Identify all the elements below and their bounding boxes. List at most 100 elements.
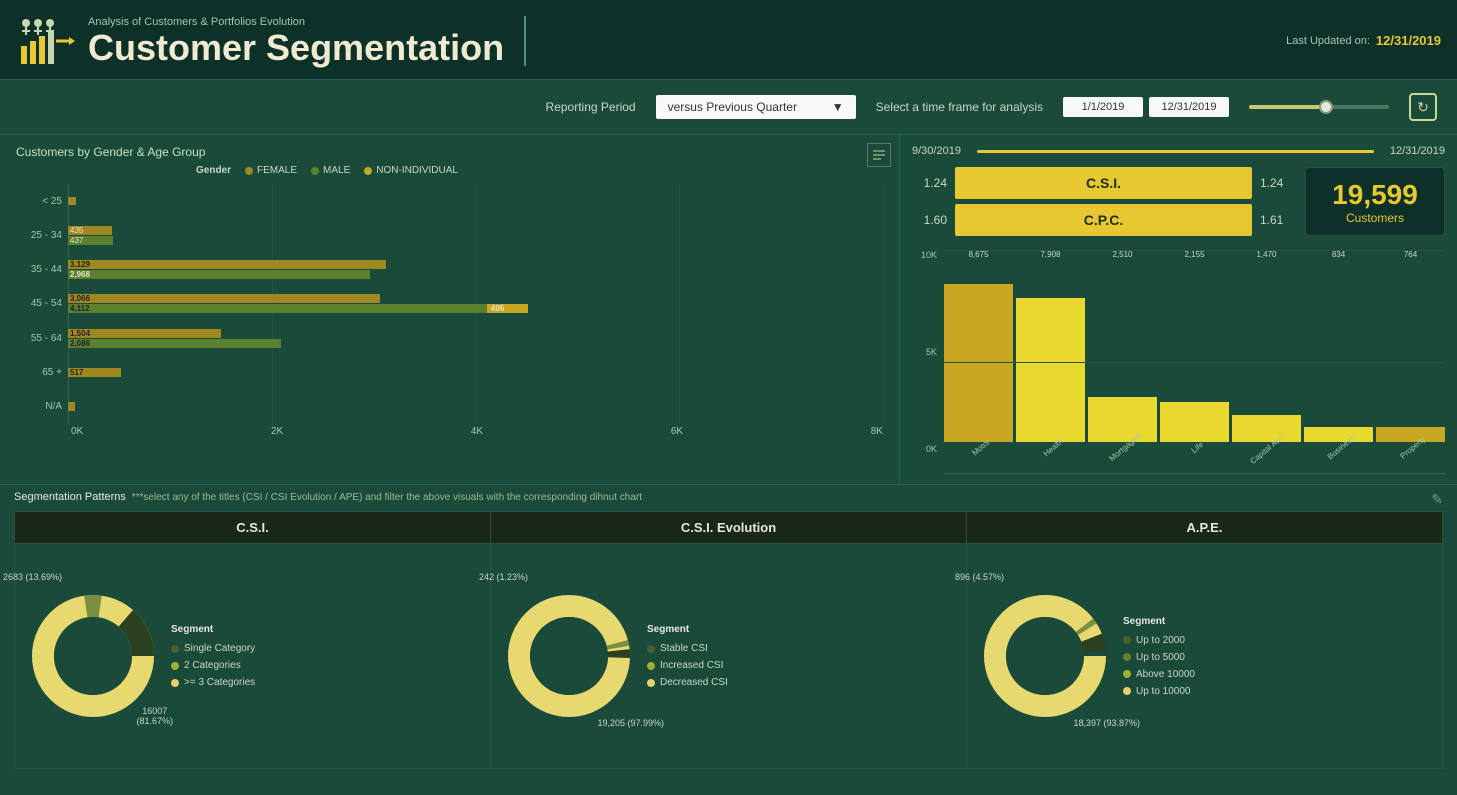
- start-date-label: 9/30/2019: [912, 145, 961, 157]
- ape-inner-label: 18,397 (93.87%): [1073, 718, 1140, 728]
- ape-panel-header[interactable]: A.P.E.: [967, 512, 1442, 544]
- 2-categories-dot: [171, 662, 179, 670]
- csi-legend: Segment Single Category 2 Categories >= …: [171, 624, 255, 688]
- gender-age-chart-area: Customers by Gender & Age Group Gender F…: [0, 135, 900, 484]
- slider-track: [1249, 105, 1389, 109]
- header-text: Analysis of Customers & Portfolios Evolu…: [88, 16, 504, 66]
- portfolio-health-value: 7,908: [1040, 250, 1060, 259]
- ape-panel: A.P.E. 896 (4.57%) 18,397 (93.87%): [966, 511, 1443, 769]
- csi-evo-inner-label: 19,205 (97.99%): [597, 718, 664, 728]
- cpc-box[interactable]: C.P.C.: [955, 204, 1252, 236]
- app-logo-icon: [16, 11, 76, 71]
- increased-csi-dot: [647, 662, 655, 670]
- top-section: Customers by Gender & Age Group Gender F…: [0, 135, 1457, 485]
- csi-box[interactable]: C.S.I.: [955, 167, 1252, 199]
- end-date-input[interactable]: 12/31/2019: [1149, 97, 1229, 117]
- csi-panel: C.S.I. 2683 (13.69%): [14, 511, 490, 769]
- y-label-25-34: 25 - 34: [31, 230, 62, 241]
- app-title: Customer Segmentation: [88, 30, 504, 66]
- chart-edit-icon[interactable]: [867, 143, 891, 167]
- cpc-prev-value: 1.60: [912, 213, 947, 227]
- time-slider[interactable]: [1249, 105, 1389, 109]
- upto2000-label: Up to 2000: [1136, 635, 1185, 646]
- ape-panel-body: 896 (4.57%) 18,397 (93.87%) Segment Up t…: [967, 544, 1442, 768]
- slider-thumb[interactable]: [1319, 100, 1333, 114]
- female-label: FEMALE: [257, 165, 297, 176]
- bottom-section: Segmentation Patterns ***select any of t…: [0, 485, 1457, 795]
- app-subtitle: Analysis of Customers & Portfolios Evolu…: [88, 16, 504, 28]
- csi-legend-title: Segment: [171, 624, 255, 635]
- y-label-65plus: 65 +: [42, 367, 62, 378]
- csi-evolution-legend: Segment Stable CSI Increased CSI Decreas…: [647, 624, 728, 688]
- header: Analysis of Customers & Portfolios Evolu…: [0, 0, 1457, 80]
- legend-female: FEMALE: [245, 165, 297, 176]
- upto5000-dot: [1123, 653, 1131, 661]
- female-legend-dot: [245, 167, 253, 175]
- refresh-icon[interactable]: ↻: [1409, 93, 1437, 121]
- toolbar: Reporting Period versus Previous Quarter…: [0, 80, 1457, 135]
- dates-row: 9/30/2019 12/31/2019: [912, 145, 1445, 157]
- customer-count-label: Customers: [1314, 211, 1436, 225]
- upto5000-item: Up to 5000: [1123, 652, 1195, 663]
- legend-label: Gender: [196, 165, 231, 176]
- portfolio-life-label: Life: [1190, 440, 1206, 455]
- dropdown-chevron-icon: ▼: [832, 100, 844, 114]
- header-divider: [524, 16, 526, 66]
- portfolio-y-0k: 0K: [926, 444, 937, 454]
- upto10000-dot: [1123, 687, 1131, 695]
- y-label-35-44: 35 - 44: [31, 264, 62, 275]
- csi-legend-2cat: 2 Categories: [171, 660, 255, 671]
- csi-panel-header[interactable]: C.S.I.: [15, 512, 490, 544]
- segmentation-edit-icon[interactable]: ✎: [1431, 491, 1443, 508]
- portfolio-business-value: 834: [1332, 250, 1345, 259]
- csi-evolution-panel-header[interactable]: C.S.I. Evolution: [491, 512, 966, 544]
- ape-legend: Segment Up to 2000 Up to 5000 Above 1000…: [1123, 616, 1195, 697]
- x-axis: 0K 2K 4K 6K 8K: [16, 426, 883, 437]
- portfolio-mortgaged-value: 2,510: [1112, 250, 1132, 259]
- reporting-period-label: Reporting Period: [546, 100, 636, 114]
- customer-count-box: 19,599 Customers: [1305, 167, 1445, 236]
- upto2000-item: Up to 2000: [1123, 635, 1195, 646]
- 3plus-categories-label: >= 3 Categories: [184, 677, 255, 688]
- y-label-45-54: 45 - 54: [31, 298, 62, 309]
- upto10000-item: Up to 10000: [1123, 686, 1195, 697]
- upto10000-label: Up to 10000: [1136, 686, 1191, 697]
- customer-count-number: 19,599: [1314, 179, 1436, 211]
- decreased-csi-item: Decreased CSI: [647, 677, 728, 688]
- x-label-8k: 8K: [871, 426, 883, 437]
- reporting-period-dropdown[interactable]: versus Previous Quarter ▼: [656, 95, 856, 119]
- x-label-4k: 4K: [471, 426, 483, 437]
- cpc-curr-value: 1.61: [1260, 213, 1295, 227]
- date-timeline: [977, 150, 1374, 153]
- non-individual-label: NON-INDIVIDUAL: [376, 165, 458, 176]
- start-date-input[interactable]: 1/1/2019: [1063, 97, 1143, 117]
- y-label-55-64: 55 - 64: [31, 333, 62, 344]
- portfolio-capital-value: 1,470: [1256, 250, 1276, 259]
- right-panel: 9/30/2019 12/31/2019 1.24 C.S.I. 1.24 1.…: [900, 135, 1457, 484]
- segmentation-title: Segmentation Patterns: [14, 491, 126, 503]
- legend-male: MALE: [311, 165, 350, 176]
- increased-csi-item: Increased CSI: [647, 660, 728, 671]
- chart-title: Customers by Gender & Age Group: [16, 145, 883, 159]
- male-label: MALE: [323, 165, 350, 176]
- 3plus-categories-dot: [171, 679, 179, 687]
- header-left: Analysis of Customers & Portfolios Evolu…: [16, 11, 526, 71]
- legend-non-individual: NON-INDIVIDUAL: [364, 165, 458, 176]
- above10000-dot: [1123, 670, 1131, 678]
- stable-csi-dot: [647, 645, 655, 653]
- reporting-period-value: versus Previous Quarter: [668, 100, 797, 114]
- portfolio-life-value: 2,155: [1184, 250, 1204, 259]
- csi-evo-outer-label: 242 (1.23%): [479, 572, 528, 582]
- end-date-label: 12/31/2019: [1390, 145, 1445, 157]
- portfolio-chart: 10K 5K 0K 8,675: [912, 250, 1445, 474]
- upto5000-label: Up to 5000: [1136, 652, 1185, 663]
- csi-inner-label: 16007(81.67%): [136, 706, 173, 726]
- csi-prev-value: 1.24: [912, 176, 947, 190]
- segmentation-note: ***select any of the titles (CSI / CSI E…: [129, 492, 642, 503]
- 2-categories-label: 2 Categories: [184, 660, 241, 671]
- single-category-label: Single Category: [184, 643, 255, 654]
- csi-legend-3plus: >= 3 Categories: [171, 677, 255, 688]
- y-label-lt25: < 25: [42, 196, 62, 207]
- non-individual-legend-dot: [364, 167, 372, 175]
- y-label-na: N/A: [45, 401, 62, 412]
